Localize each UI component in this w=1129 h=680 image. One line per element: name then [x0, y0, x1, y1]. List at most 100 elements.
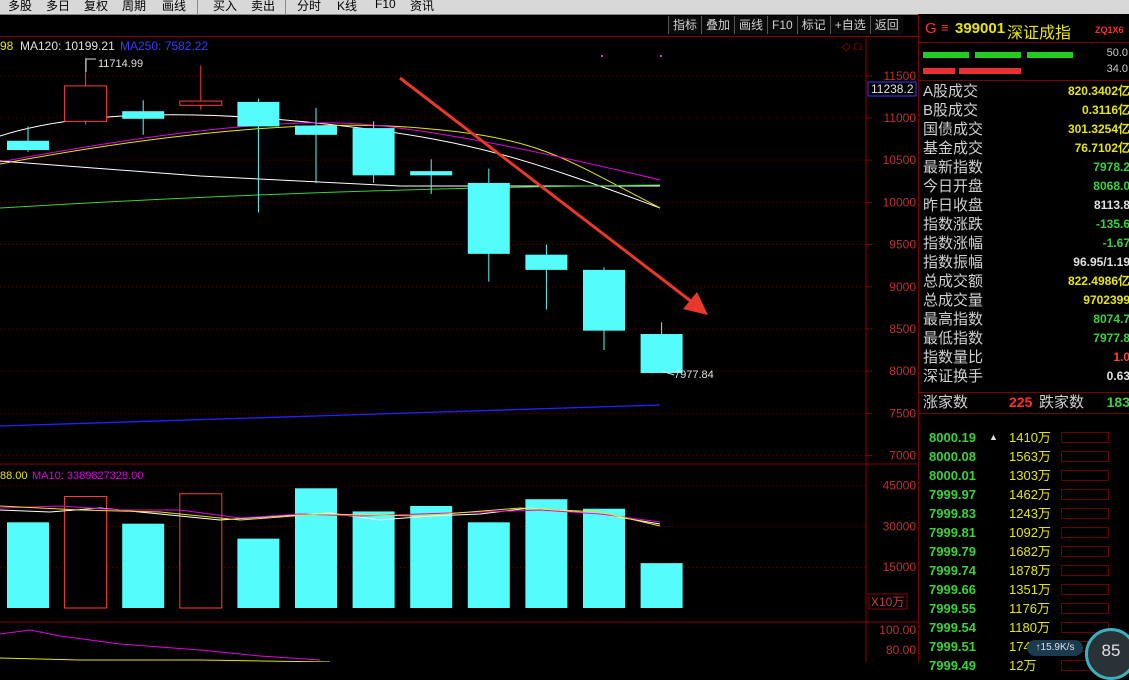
toolbar-period[interactable]: 周期	[122, 0, 146, 14]
volume-bar[interactable]	[410, 506, 453, 608]
tab-back[interactable]: 返回	[869, 16, 903, 34]
toolbar-adjust[interactable]: 复权	[84, 0, 108, 14]
stat-label: 国债成交	[923, 121, 984, 138]
volume-bar[interactable]	[295, 488, 337, 608]
tick-volume: 1682万	[1009, 544, 1051, 559]
red-bar-1	[923, 68, 955, 74]
volume-bar[interactable]	[467, 522, 510, 608]
stat-row: 指数振幅 96.95/1.19	[923, 253, 1129, 272]
tab-draw[interactable]: 画线	[734, 16, 768, 34]
indicator-magenta-line	[0, 629, 321, 661]
bar2-value: 34.0	[1106, 63, 1128, 75]
diamond-icon[interactable]: ◇	[842, 41, 851, 53]
tab-overlay[interactable]: 叠加	[701, 16, 735, 34]
up-label: 涨家数	[923, 394, 969, 411]
volume-bar[interactable]	[64, 495, 108, 609]
gauge-widget[interactable]: 85	[1085, 628, 1129, 680]
volume-bar[interactable]	[237, 538, 280, 608]
toolbar-news[interactable]: 资讯	[410, 0, 434, 14]
volume-bar[interactable]	[352, 511, 395, 608]
stat-label: 指数涨幅	[923, 235, 984, 252]
menu-icon[interactable]: ≡	[941, 20, 949, 35]
tick-price: 7999.97	[929, 487, 976, 502]
tick-row: 7999.81 1092万	[919, 523, 1129, 542]
tick-bar	[1061, 432, 1109, 443]
candle-down[interactable]	[7, 126, 49, 152]
price-axis-tick: 10500	[883, 153, 917, 167]
stat-row: 国债成交 301.3254亿	[923, 120, 1129, 139]
stat-label: 指数量比	[923, 349, 984, 366]
tick-bar	[1061, 527, 1109, 538]
stat-value: 820.3402亿	[1067, 84, 1129, 98]
tick-bar	[1061, 508, 1109, 519]
tick-row: 8000.08 1563万	[919, 447, 1129, 466]
tick-volume: 1092万	[1009, 525, 1051, 540]
volume-bar[interactable]	[7, 522, 49, 608]
top-toolbar: 多股 多日 复权 周期 画线 买入 卖出 分时 K线 F10 资讯	[0, 0, 1129, 15]
tick-bar	[1061, 603, 1109, 614]
ma250-line	[0, 404, 661, 427]
toolbar-buy[interactable]: 买入	[213, 0, 237, 14]
tick-price: 7999.55	[929, 601, 976, 616]
volume-unit-label: X10万	[871, 595, 904, 609]
vol-legend-prefix: 88.00	[0, 470, 28, 482]
stat-value: 822.4986亿	[1067, 274, 1129, 288]
green-bar-3	[1027, 52, 1073, 58]
stat-row: 最低指数 7977.8	[923, 329, 1129, 348]
candle-down[interactable]	[583, 267, 625, 351]
trend-arrow	[399, 76, 708, 315]
toolbar-draw[interactable]: 画线	[162, 0, 186, 14]
quote-panel: G ≡ 399001 深证成指 ZQ1X6 50.0 34.0 A股成交 820.…	[918, 14, 1129, 680]
tick-row: 8000.01 1303万	[919, 466, 1129, 485]
legend-prefix: 98	[0, 39, 14, 53]
tab-f10[interactable]: F10	[767, 16, 797, 34]
tab-add-favorite[interactable]: +自选	[829, 16, 870, 34]
toolbar-kline[interactable]: K线	[337, 0, 357, 14]
kline-chart-area[interactable]: 11500 11000 10500 10000 9500 9000 8500 8000 7500…	[0, 36, 918, 663]
stat-row: 基金成交 76.7102亿	[923, 139, 1129, 158]
panel-header: G ≡ 399001 深证成指 ZQ1X6	[919, 14, 1129, 42]
toolbar-f10[interactable]: F10	[375, 0, 396, 11]
tick-row: 7999.74 1878万	[919, 561, 1129, 580]
stat-label: 总成交额	[923, 273, 984, 290]
candle-down[interactable]	[467, 168, 510, 282]
tick-row: 7999.79 1682万	[919, 542, 1129, 561]
toolbar-multi-stock[interactable]: 多股	[8, 0, 32, 14]
square-icon[interactable]: □	[854, 41, 861, 53]
toolbar-sell[interactable]: 卖出	[251, 0, 275, 14]
current-price-tag: 11238.2	[871, 82, 914, 96]
volume-bar[interactable]	[583, 508, 625, 608]
stat-row: 最高指数 8074.7	[923, 310, 1129, 329]
candle-down[interactable]	[525, 244, 568, 310]
indicator-axis-tick: 80.00	[886, 643, 916, 657]
vol-legend-ma10: MA10: 3389827328.00	[32, 470, 143, 482]
stat-label: 指数振幅	[923, 254, 984, 271]
tab-indicator[interactable]: 指标	[668, 16, 702, 34]
tick-row: 7999.66 1351万	[919, 580, 1129, 599]
low-price-label: 7977.84	[674, 369, 714, 381]
kline-svg[interactable]: 11500 11000 10500 10000 9500 9000 8500 8000 7500…	[0, 36, 918, 663]
candle-up[interactable]	[179, 65, 223, 110]
tab-mark[interactable]: 标记	[796, 16, 830, 34]
toolbar-intraday[interactable]: 分时	[297, 0, 321, 14]
candle-down[interactable]	[352, 121, 395, 183]
volume-bar[interactable]	[525, 499, 568, 608]
tick-volume: 1878万	[1009, 563, 1051, 578]
ma120-line	[0, 184, 661, 209]
candle-down[interactable]	[295, 107, 337, 183]
volume-axis-tick: 15000	[883, 560, 917, 574]
volume-bar[interactable]	[122, 523, 165, 608]
candle-down[interactable]	[122, 100, 165, 135]
stat-value: 96.95/1.19	[1073, 255, 1129, 269]
stat-label: A股成交	[923, 83, 979, 100]
stat-row: 指数涨幅 -1.67	[923, 234, 1129, 253]
stat-row: 总成交额 822.4986亿	[923, 272, 1129, 291]
toolbar-multi-day[interactable]: 多日	[46, 0, 70, 14]
stat-row: 今日开盘 8068.0	[923, 177, 1129, 196]
stat-value: 8113.8	[1093, 198, 1129, 212]
candle-down[interactable]	[640, 322, 683, 374]
stat-row: 指数涨跌 -135.6	[923, 215, 1129, 234]
volume-bar[interactable]	[640, 563, 683, 608]
zq-badge[interactable]: ZQ1X6	[1095, 25, 1124, 35]
tick-price: 7999.81	[929, 525, 976, 540]
